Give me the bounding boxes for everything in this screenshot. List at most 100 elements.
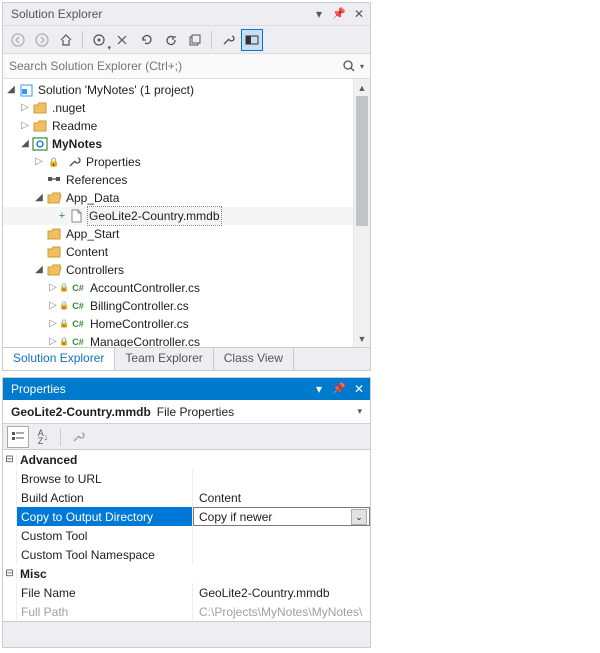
search-icon[interactable] [342,59,356,73]
csharp-icon: C# [70,280,86,296]
prop-build-action[interactable]: Build ActionContent [3,488,370,507]
tree-folder-controllers[interactable]: ◢Controllers [3,261,370,279]
tree-properties[interactable]: ▷🔒Properties [3,153,370,171]
scroll-up-icon[interactable]: ▲ [354,79,370,96]
panel-title: Solution Explorer [11,3,312,25]
folder-icon [46,226,62,242]
tree-folder-content[interactable]: Content [3,243,370,261]
folder-icon [32,100,48,116]
prop-full-path[interactable]: Full PathC:\Projects\MyNotes\MyNotes\ [3,602,370,621]
prop-custom-tool-namespace[interactable]: Custom Tool Namespace [3,545,370,564]
scroll-down-icon[interactable]: ▼ [354,330,370,347]
expander-icon[interactable]: ◢ [33,189,45,207]
prop-file-name[interactable]: File NameGeoLite2-Country.mmdb [3,583,370,602]
tab-solution-explorer[interactable]: Solution Explorer [3,347,115,370]
tree-file-billing[interactable]: ▷🔒C#BillingController.cs [3,297,370,315]
folder-open-icon [46,190,62,206]
category-misc[interactable]: ⊟Misc [3,564,370,583]
expander-icon[interactable]: ▷ [47,279,59,297]
properties-toolbar: AZ↓ [3,424,370,450]
close-icon[interactable]: ✕ [352,3,366,25]
prop-copy-to-output[interactable]: Copy to Output DirectoryCopy if newer⌄ [3,507,370,526]
categorized-icon[interactable] [7,426,29,448]
refresh-icon[interactable] [160,29,182,51]
properties-icon[interactable] [217,29,239,51]
lock-icon: 🔒 [46,154,62,170]
solution-explorer-toolbar: ▾ [3,25,370,53]
expander-icon[interactable]: ◢ [19,135,31,153]
home-icon[interactable] [55,29,77,51]
collapse-all-icon[interactable] [184,29,206,51]
tree-project-mynotes[interactable]: ◢MyNotes [3,135,370,153]
dropdown-button[interactable]: ⌄ [351,509,367,525]
expander-icon[interactable]: ◢ [33,261,45,279]
scope-icon[interactable]: ▾ [88,29,110,51]
properties-title-bar: Properties ▾ 📌 ✕ [3,378,370,400]
pin-icon[interactable]: 📌 [332,3,346,25]
collapse-icon[interactable]: ⊟ [3,568,17,579]
description-pane [3,621,370,647]
category-advanced[interactable]: ⊟Advanced [3,450,370,469]
search-input[interactable] [9,59,342,73]
expander-icon[interactable]: ▷ [47,297,59,315]
prop-custom-tool[interactable]: Custom Tool [3,526,370,545]
solution-node[interactable]: ◢Solution 'MyNotes' (1 project) [3,81,370,99]
file-icon [68,208,84,224]
tab-team-explorer[interactable]: Team Explorer [115,348,213,370]
expander-icon[interactable]: ▷ [19,99,31,117]
pin-icon[interactable]: 📌 [332,378,346,400]
chevron-down-icon[interactable]: ▾ [357,406,362,417]
expander-icon[interactable]: ▷ [33,153,45,171]
expander-icon[interactable]: ◢ [5,81,17,99]
tab-class-view[interactable]: Class View [214,348,294,370]
tree-folder-appdata[interactable]: ◢App_Data [3,189,370,207]
vertical-scrollbar[interactable]: ▲ ▼ [353,79,370,347]
tree-file-manage[interactable]: ▷🔒C#ManageController.cs [3,333,370,347]
search-dropdown-icon[interactable]: ▾ [360,62,364,71]
scroll-thumb[interactable] [356,96,368,226]
preview-icon[interactable] [241,29,263,51]
solution-explorer-title-bar: Solution Explorer ▾ 📌 ✕ [3,3,370,25]
csharp-icon: C# [70,334,86,347]
lock-icon: 🔒 [59,279,69,297]
solution-explorer-panel: Solution Explorer ▾ 📌 ✕ ▾ ▾ ◢Solution 'M… [2,2,371,371]
separator [211,31,212,49]
forward-icon[interactable] [31,29,53,51]
collapse-icon[interactable]: ⊟ [3,454,17,465]
property-object-selector[interactable]: GeoLite2-Country.mmdb File Properties ▾ [3,400,370,424]
tree-file-home[interactable]: ▷🔒C#HomeController.cs [3,315,370,333]
lock-icon: 🔒 [59,315,69,333]
prop-browse-to-url[interactable]: Browse to URL [3,469,370,488]
tree-folder-nuget[interactable]: ▷.nuget [3,99,370,117]
tree-file-account[interactable]: ▷🔒C#AccountController.cs [3,279,370,297]
plus-icon: + [57,207,67,225]
properties-panel: Properties ▾ 📌 ✕ GeoLite2-Country.mmdb F… [2,377,371,648]
solution-icon [18,82,34,98]
expander-icon[interactable]: ▷ [19,117,31,135]
tree-folder-appstart[interactable]: App_Start [3,225,370,243]
close-icon[interactable]: ✕ [352,378,366,400]
sync-icon[interactable] [136,29,158,51]
wrench-icon [66,154,82,170]
expander-icon[interactable]: ▷ [47,333,59,347]
project-icon [32,136,48,152]
window-position-icon[interactable]: ▾ [312,378,326,400]
lock-icon: 🔒 [59,333,69,347]
property-grid: ⊟Advanced Browse to URL Build ActionCont… [3,450,370,621]
pending-changes-icon[interactable] [112,29,134,51]
selected-object-name: GeoLite2-Country.mmdb [11,405,151,419]
csharp-icon: C# [70,316,86,332]
panel-title: Properties [11,378,312,400]
tree-references[interactable]: References [3,171,370,189]
tree-folder-readme[interactable]: ▷Readme [3,117,370,135]
wrench-icon[interactable] [67,426,89,448]
tree-area: ◢Solution 'MyNotes' (1 project) ▷.nuget … [3,79,370,347]
expander-icon[interactable]: ▷ [47,315,59,333]
alphabetical-icon[interactable]: AZ↓ [32,426,54,448]
tree-file-geolite[interactable]: +GeoLite2-Country.mmdb [3,207,370,225]
window-position-icon[interactable]: ▾ [312,3,326,25]
folder-open-icon [46,262,62,278]
back-icon[interactable] [7,29,29,51]
separator [60,428,61,446]
csharp-icon: C# [70,298,86,314]
